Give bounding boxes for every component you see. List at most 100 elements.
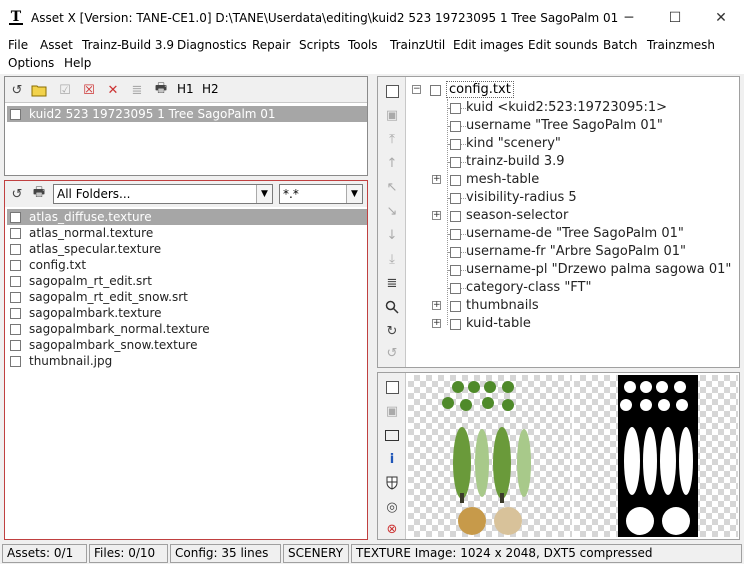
shield-icon[interactable] [384, 475, 400, 491]
redo-icon[interactable]: ↻ [384, 323, 400, 339]
tree-item[interactable]: kind "scenery" [408, 135, 738, 153]
tree-checkbox[interactable] [450, 211, 461, 222]
indent-down-icon[interactable]: ↘ [384, 203, 400, 219]
file-row[interactable]: thumbnail.jpg [7, 353, 367, 369]
delete-checked-icon[interactable]: ☒ [81, 82, 97, 98]
tree-checkbox[interactable] [450, 265, 461, 276]
h1-button[interactable]: H1 [177, 82, 194, 96]
tree-item[interactable]: + thumbnails [408, 297, 738, 315]
file-checkbox[interactable] [10, 211, 21, 223]
save-preview-icon[interactable]: ▣ [384, 403, 400, 419]
info-icon[interactable]: i [384, 451, 400, 467]
new-item-icon[interactable] [384, 83, 400, 99]
open-folder-icon[interactable] [31, 82, 47, 98]
file-row[interactable]: sagopalmbark_snow.texture [7, 337, 367, 353]
tree-item[interactable]: kuid <kuid2:523:19723095:1> [408, 99, 738, 117]
move-down-icon[interactable]: ↓ [384, 227, 400, 243]
tree-item[interactable]: trainz-build 3.9 [408, 153, 738, 171]
print-files-icon[interactable]: 🖶 [31, 185, 47, 202]
tree-checkbox[interactable] [450, 301, 461, 312]
tree-checkbox[interactable] [450, 193, 461, 204]
menu-trainz-build[interactable]: Trainz-Build 3.9 [82, 38, 174, 52]
indent-up-icon[interactable]: ↖ [384, 179, 400, 195]
maximize-button[interactable]: ☐ [660, 8, 690, 28]
chevron-down-icon[interactable]: ▼ [346, 185, 362, 203]
tree-checkbox[interactable] [450, 247, 461, 258]
file-row[interactable]: sagopalmbark.texture [7, 305, 367, 321]
tree-item[interactable]: username-fr "Arbre SagoPalm 01" [408, 243, 738, 261]
tree-checkbox[interactable] [450, 157, 461, 168]
file-checkbox[interactable] [10, 307, 21, 319]
menu-edit-images[interactable]: Edit images [453, 38, 524, 52]
tree-checkbox[interactable] [450, 229, 461, 240]
menu-trainzutil[interactable]: TrainzUtil [390, 38, 445, 52]
asset-row-selected[interactable]: kuid2 523 19723095 1 Tree SagoPalm 01 [7, 106, 367, 122]
tree-item[interactable]: username-pl "Drzewo palma sagowa 01" [408, 261, 738, 279]
file-checkbox[interactable] [10, 227, 21, 239]
printer-icon[interactable]: 🖶 [153, 81, 169, 98]
list-icon[interactable]: ≣ [129, 82, 145, 98]
tree-checkbox[interactable] [450, 103, 461, 114]
tree-checkbox[interactable] [450, 121, 461, 132]
menu-trainzmesh[interactable]: Trainzmesh [647, 38, 715, 52]
tree-item[interactable]: username "Tree SagoPalm 01" [408, 117, 738, 135]
menu-file[interactable]: File [8, 38, 28, 52]
file-checkbox[interactable] [10, 259, 21, 271]
tree-item[interactable]: + kuid-table [408, 315, 738, 333]
menu-batch[interactable]: Batch [603, 38, 638, 52]
crop-icon[interactable] [384, 427, 400, 443]
tree-checkbox[interactable] [450, 319, 461, 330]
menu-diagnostics[interactable]: Diagnostics [177, 38, 247, 52]
expand-icon[interactable]: + [432, 319, 441, 328]
file-row[interactable]: atlas_normal.texture [7, 225, 367, 241]
tree-root[interactable]: − config.txt [408, 81, 738, 99]
compare-icon[interactable]: ◎ [384, 499, 400, 515]
folder-filter-select[interactable]: All Folders... ▼ [53, 184, 273, 204]
expand-icon[interactable]: + [432, 175, 441, 184]
minimize-button[interactable]: ─ [614, 8, 644, 28]
menu-help[interactable]: Help [64, 56, 91, 70]
text-view-icon[interactable]: ≣ [384, 275, 400, 291]
tree-checkbox[interactable] [450, 175, 461, 186]
menu-tools[interactable]: Tools [348, 38, 378, 52]
file-checkbox[interactable] [10, 275, 21, 287]
refresh-icon[interactable]: ↺ [9, 82, 25, 98]
validate-icon[interactable]: ☑ [57, 82, 73, 98]
menu-edit-sounds[interactable]: Edit sounds [528, 38, 598, 52]
tree-item[interactable]: + mesh-table [408, 171, 738, 189]
menu-repair[interactable]: Repair [252, 38, 290, 52]
tree-checkbox[interactable] [430, 85, 441, 96]
file-row[interactable]: atlas_diffuse.texture [7, 209, 367, 225]
expand-icon[interactable]: + [432, 301, 441, 310]
file-row[interactable]: config.txt [7, 257, 367, 273]
tree-item[interactable]: + season-selector [408, 207, 738, 225]
close-button[interactable]: ✕ [706, 8, 736, 28]
tree-checkbox[interactable] [450, 139, 461, 150]
tree-item[interactable]: username-de "Tree SagoPalm 01" [408, 225, 738, 243]
tree-checkbox[interactable] [450, 283, 461, 294]
undo-icon[interactable]: ↺ [384, 345, 400, 361]
chevron-down-icon[interactable]: ▼ [256, 185, 272, 203]
new-preview-icon[interactable] [384, 379, 400, 395]
move-up-icon[interactable]: ↑ [384, 155, 400, 171]
menu-asset[interactable]: Asset [40, 38, 73, 52]
remove-icon[interactable]: ✕ [105, 82, 121, 98]
file-checkbox[interactable] [10, 243, 21, 255]
file-row[interactable]: atlas_specular.texture [7, 241, 367, 257]
file-checkbox[interactable] [10, 291, 21, 303]
h2-button[interactable]: H2 [202, 82, 219, 96]
file-row[interactable]: sagopalm_rt_edit_snow.srt [7, 289, 367, 305]
remove-alpha-icon[interactable]: ⊗ [384, 521, 400, 537]
file-checkbox[interactable] [10, 355, 21, 367]
file-checkbox[interactable] [10, 323, 21, 335]
move-top-icon[interactable]: ⤒ [384, 131, 400, 147]
tree-item[interactable]: category-class "FT" [408, 279, 738, 297]
file-row[interactable]: sagopalmbark_normal.texture [7, 321, 367, 337]
menu-options[interactable]: Options [8, 56, 54, 70]
expand-icon[interactable]: + [432, 211, 441, 220]
save-icon[interactable]: ▣ [384, 107, 400, 123]
collapse-icon[interactable]: − [412, 85, 421, 94]
file-row[interactable]: sagopalm_rt_edit.srt [7, 273, 367, 289]
file-checkbox[interactable] [10, 339, 21, 351]
tree-item[interactable]: visibility-radius 5 [408, 189, 738, 207]
